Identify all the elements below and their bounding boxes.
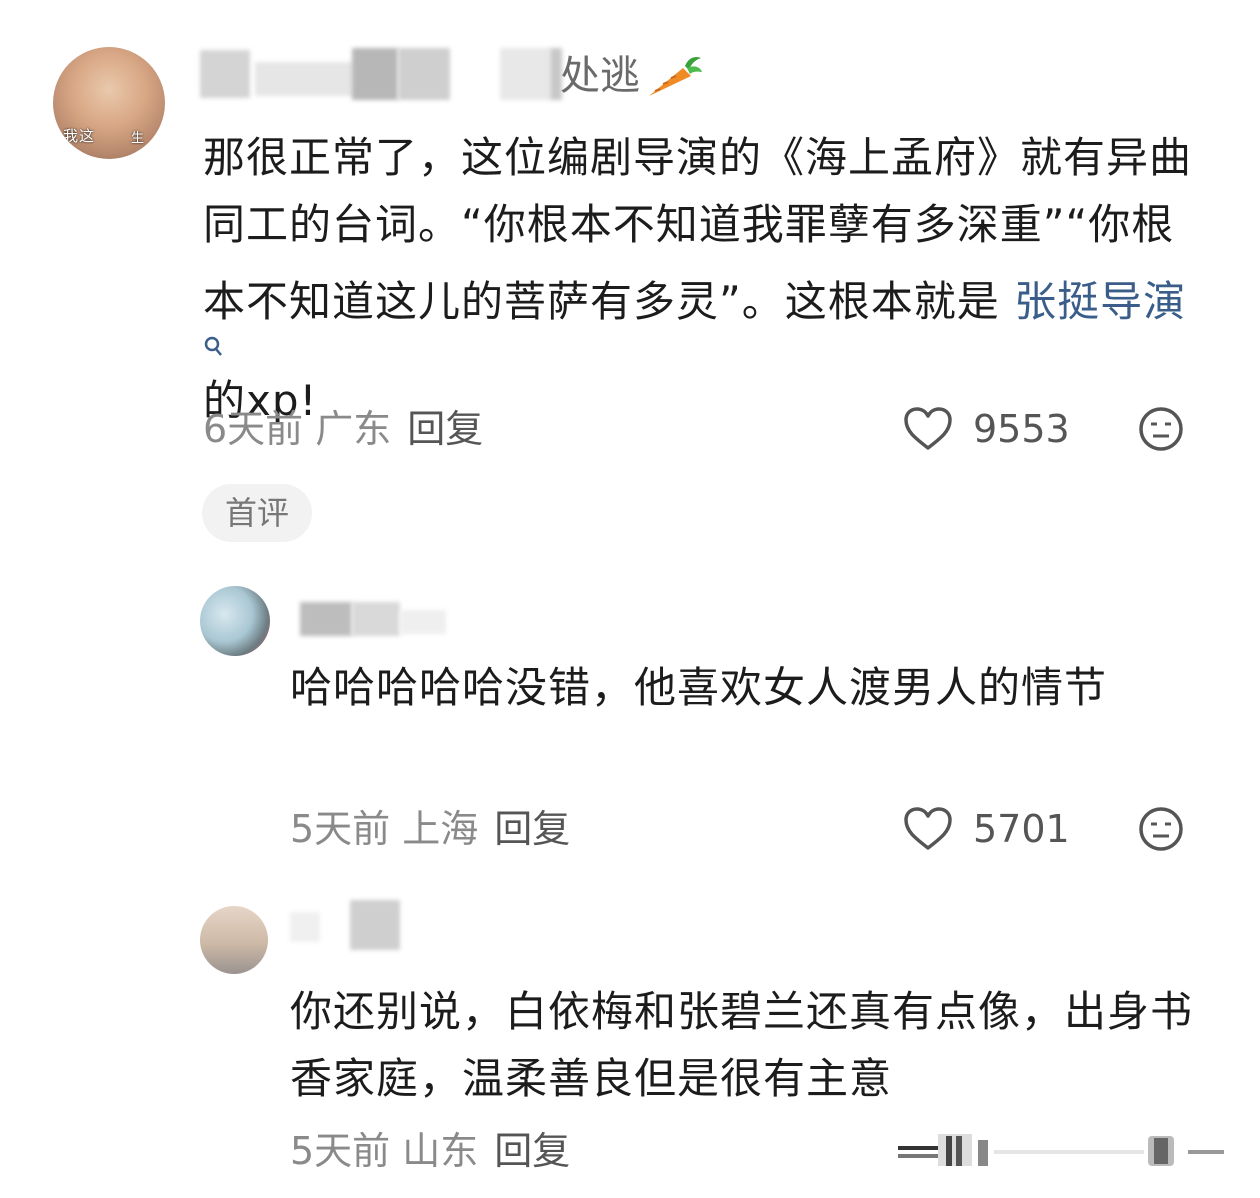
reply-location: 上海: [402, 807, 479, 851]
username-redacted[interactable]: [352, 602, 400, 636]
avatar[interactable]: [200, 586, 270, 656]
comment-meta: 6天前 广东 回复: [203, 404, 483, 454]
reply-button[interactable]: 回复: [494, 807, 570, 851]
username-redacted[interactable]: [398, 48, 450, 100]
neutral-face-icon[interactable]: [1137, 805, 1185, 853]
username-redacted[interactable]: [200, 50, 250, 98]
avatar-overlay-text: 生: [131, 131, 145, 146]
avatar-overlay-text: 我这: [63, 127, 96, 145]
like-count: 9553: [973, 407, 1070, 451]
avatar[interactable]: 我这 生: [53, 47, 165, 159]
topic-link[interactable]: 张挺导演: [1014, 277, 1186, 326]
username-redacted[interactable]: [255, 62, 355, 96]
username-redacted[interactable]: [500, 48, 550, 100]
reply-meta: 5天前 上海 回复: [290, 804, 570, 854]
heart-outline-icon[interactable]: [903, 806, 953, 852]
reply-button[interactable]: 回复: [407, 407, 483, 451]
first-comment-badge: 首评: [202, 484, 312, 542]
heart-outline-icon[interactable]: [903, 406, 953, 452]
reply-meta: 5天前 山东 回复: [290, 1126, 570, 1176]
comment-time: 6天前: [203, 407, 304, 451]
search-icon[interactable]: [203, 335, 1203, 357]
username-redacted[interactable]: [400, 610, 446, 634]
username-redacted[interactable]: [290, 912, 320, 942]
comment-location: 广东: [315, 407, 392, 451]
username[interactable]: 处逃: [560, 50, 640, 102]
neutral-face-icon[interactable]: [1137, 405, 1185, 453]
reply-text: 哈哈哈哈哈没错，他喜欢女人渡男人的情节: [290, 663, 1108, 712]
watermark: [898, 1130, 1228, 1170]
username-redacted[interactable]: [352, 48, 398, 100]
reply-time: 5天前: [290, 1129, 391, 1173]
username-redacted[interactable]: [300, 602, 352, 636]
reply-text: 你还别说，白依梅和张碧兰还真有点像，出身书香家庭，温柔善良但是很有主意: [290, 987, 1194, 1103]
reply-time: 5天前: [290, 807, 391, 851]
reply-location: 山东: [402, 1129, 479, 1173]
carrot-icon: [645, 54, 703, 100]
username-redacted[interactable]: [350, 900, 400, 950]
reply-button[interactable]: 回复: [494, 1129, 570, 1173]
like-count: 5701: [973, 807, 1070, 851]
avatar[interactable]: [200, 906, 268, 974]
comment-text: 那很正常了，这位编剧导演的《海上孟府》就有异曲同工的台词。“你根本不知道我罪孽有…: [203, 124, 1203, 434]
